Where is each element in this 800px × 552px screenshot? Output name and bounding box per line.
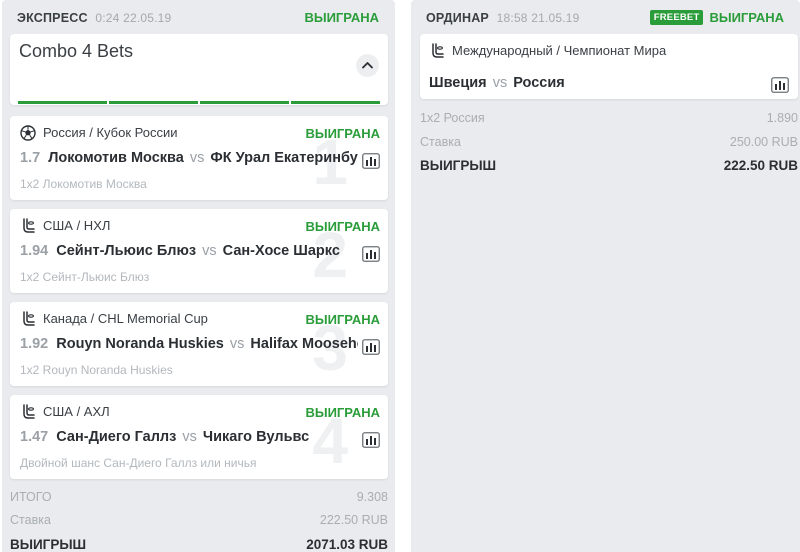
home-team: Сан-Диего Галлз (56, 429, 177, 445)
soccer-ball-icon (20, 125, 36, 141)
stake-row: Ставка 250.00 RUB (420, 135, 798, 151)
hockey-stick-icon (23, 218, 35, 233)
stake-label: Ставка (10, 513, 51, 527)
chevron-up-icon (362, 62, 373, 69)
bet-type-label: ЭКСПРЕСС (17, 11, 88, 25)
event-league: Канада / CHL Memorial Cup (43, 311, 208, 326)
home-team: Сейнт-Льюис Блюз (56, 243, 197, 259)
event-match: 1.92 Rouyn Noranda Huskies vs Halifax Mo… (20, 336, 358, 352)
statistics-icon[interactable] (362, 246, 380, 262)
winnings-row: ВЫИГРЫШ 222.50 RUB (420, 158, 798, 174)
event-status: ВЫИГРАНА (305, 312, 380, 327)
single-header: ОРДИНАР 18:58 21.05.19 FREEBET ВЫИГРАНА (411, 9, 800, 27)
event-card: Международный / Чемпионат Мира Швеция vs… (420, 34, 798, 99)
vs-label: vs (202, 243, 217, 259)
total-odds-row: ИТОГО 9.308 (10, 490, 388, 506)
event-odd: 1.92 (20, 336, 49, 352)
event-status: ВЫИГРАНА (305, 405, 380, 420)
home-team: Rouyn Noranda Huskies (56, 336, 224, 352)
pick-row: 1x2 Россия 1.890 (420, 111, 798, 127)
event-league: США / АХЛ (43, 404, 110, 419)
event-card: 1 Россия / Кубок России ВЫИГРАНА 1.7 Лок… (10, 116, 388, 200)
statistics-icon[interactable] (362, 153, 380, 169)
event-match: 1.94 Сейнт-Льюис Блюз vs Сан-Хосе Шаркс (20, 243, 358, 259)
progress-segment (200, 101, 289, 104)
away-team: Чикаго Вульвс (202, 429, 310, 445)
total-value: 9.308 (356, 490, 388, 504)
hockey-stick-icon (432, 43, 444, 58)
event-card: 2 США / НХЛ ВЫИГРАНА 1.94 Сейнт-Льюис Бл… (10, 209, 388, 293)
vs-label: vs (492, 75, 508, 91)
event-card: 4 США / АХЛ ВЫИГРАНА 1.47 Сан-Диего Галл… (10, 395, 388, 479)
stake-value: 250.00 RUB (729, 135, 798, 149)
statistics-icon[interactable] (362, 339, 380, 355)
bet-type-label: ОРДИНАР (426, 11, 489, 25)
winnings-value: 222.50 RUB (723, 158, 798, 173)
stake-row: Ставка 222.50 RUB (10, 513, 388, 529)
away-team: Россия (513, 75, 565, 91)
away-team: Сан-Хосе Шаркс (222, 243, 340, 259)
stake-label: Ставка (420, 135, 461, 149)
pick-label: 1x2 Россия (420, 111, 485, 125)
total-label: ИТОГО (10, 490, 52, 504)
event-pick: Двойной шанс Сан-Диего Галлз или ничья (20, 456, 257, 470)
event-match: 1.47 Сан-Диего Галлз vs Чикаго Вульвс (20, 429, 358, 445)
freebet-badge: FREEBET (649, 10, 704, 25)
express-bet-panel: ЭКСПРЕСС 0:24 22.05.19 ВЫИГРАНА Combo 4 … (2, 0, 395, 552)
home-team: Локомотив Москва (48, 150, 184, 166)
stake-value: 222.50 RUB (319, 513, 388, 527)
bet-status: ВЫИГРАНА (709, 10, 784, 25)
event-pick: 1x2 Сейнт-Льюис Блюз (20, 270, 150, 284)
event-status: ВЫИГРАНА (305, 126, 380, 141)
home-team: Швеция (429, 75, 487, 91)
bet-time: 0:24 22.05.19 (95, 11, 172, 25)
event-status: ВЫИГРАНА (305, 219, 380, 234)
event-pick: 1x2 Rouyn Noranda Huskies (20, 363, 173, 377)
vs-label: vs (229, 336, 245, 352)
winnings-value: 2071.03 RUB (306, 537, 388, 552)
statistics-icon[interactable] (362, 432, 380, 448)
bet-time: 18:58 21.05.19 (496, 11, 580, 25)
winnings-label: ВЫИГРЫШ (10, 537, 87, 552)
event-odd: 1.94 (20, 243, 49, 259)
progress-segment (291, 101, 380, 104)
express-header: ЭКСПРЕСС 0:24 22.05.19 ВЫИГРАНА (2, 9, 395, 27)
bet-status: ВЫИГРАНА (304, 10, 379, 25)
winnings-label: ВЫИГРЫШ (420, 158, 497, 173)
single-bet-panel: ОРДИНАР 18:58 21.05.19 FREEBET ВЫИГРАНА М… (411, 0, 800, 552)
event-match: Швеция vs Россия (429, 75, 565, 91)
combo-title: Combo 4 Bets (19, 41, 134, 61)
event-league: Россия / Кубок России (43, 125, 178, 140)
winnings-row: ВЫИГРЫШ 2071.03 RUB (10, 537, 388, 552)
vs-label: vs (189, 150, 205, 166)
statistics-icon[interactable] (771, 77, 789, 93)
progress-segment (109, 101, 198, 104)
event-odd: 1.47 (20, 429, 49, 445)
event-card: 3 Канада / CHL Memorial Cup ВЫИГРАНА 1.9… (10, 302, 388, 386)
away-team: Halifax Mooseheads (250, 336, 358, 352)
hockey-stick-icon (23, 404, 35, 419)
progress-segment (18, 101, 107, 104)
event-pick: 1x2 Локомотив Москва (20, 177, 147, 191)
combo-header-card: Combo 4 Bets (10, 34, 388, 105)
pick-odd: 1.890 (766, 111, 798, 125)
progress-segments (18, 101, 380, 104)
collapse-toggle-button[interactable] (356, 54, 379, 77)
hockey-stick-icon (23, 311, 35, 326)
event-odd: 1.7 (20, 150, 41, 166)
event-league: Международный / Чемпионат Мира (452, 43, 667, 58)
vs-label: vs (182, 429, 197, 445)
away-team: ФК Урал Екатеринбург (210, 150, 358, 166)
event-match: 1.7 Локомотив Москва vs ФК Урал Екатерин… (20, 150, 358, 166)
event-league: США / НХЛ (43, 218, 111, 233)
